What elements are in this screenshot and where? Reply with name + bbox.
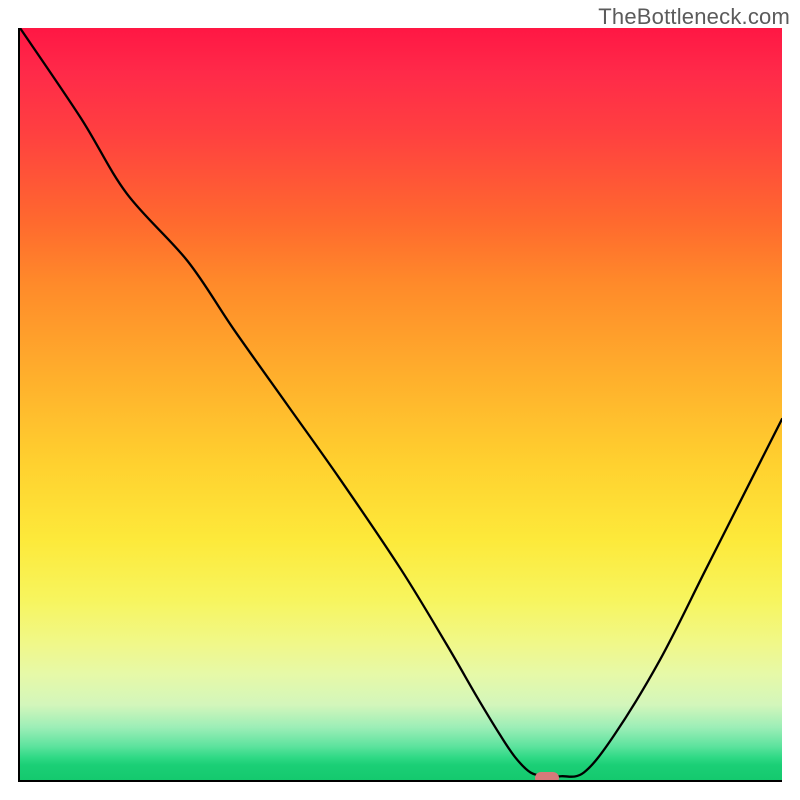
plot-area: [18, 28, 782, 782]
chart-container: TheBottleneck.com: [0, 0, 800, 800]
optimal-marker: [535, 772, 559, 782]
curve-svg: [20, 28, 782, 780]
curve-line: [20, 28, 782, 777]
watermark-text: TheBottleneck.com: [598, 4, 790, 30]
